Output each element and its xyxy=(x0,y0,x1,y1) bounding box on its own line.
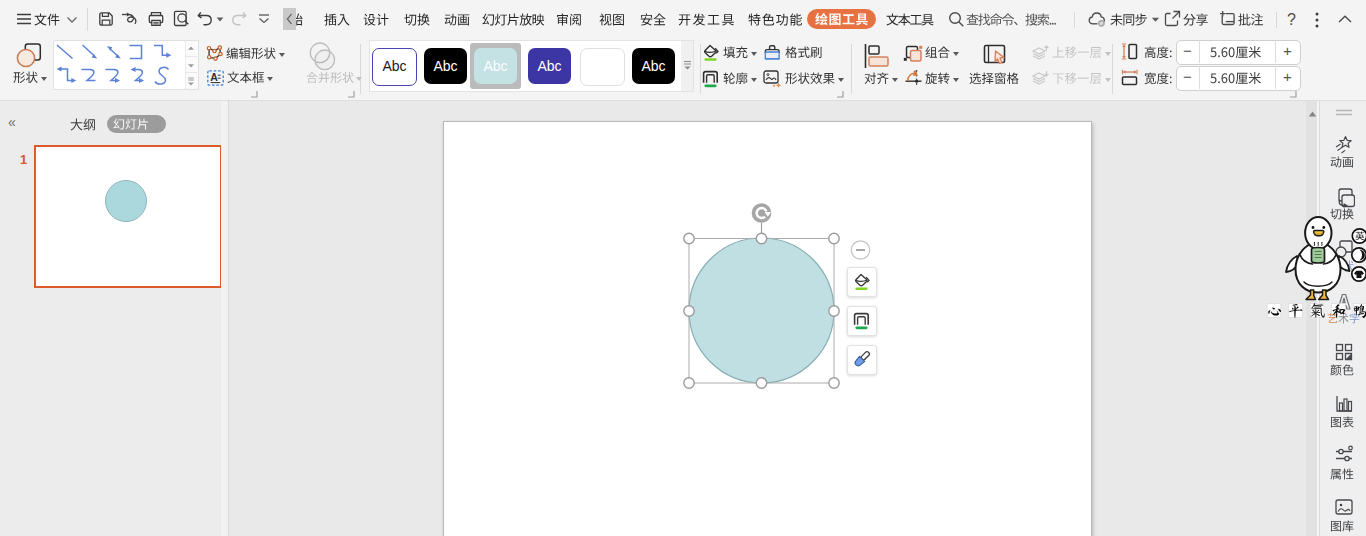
svg-text:A: A xyxy=(210,71,218,83)
